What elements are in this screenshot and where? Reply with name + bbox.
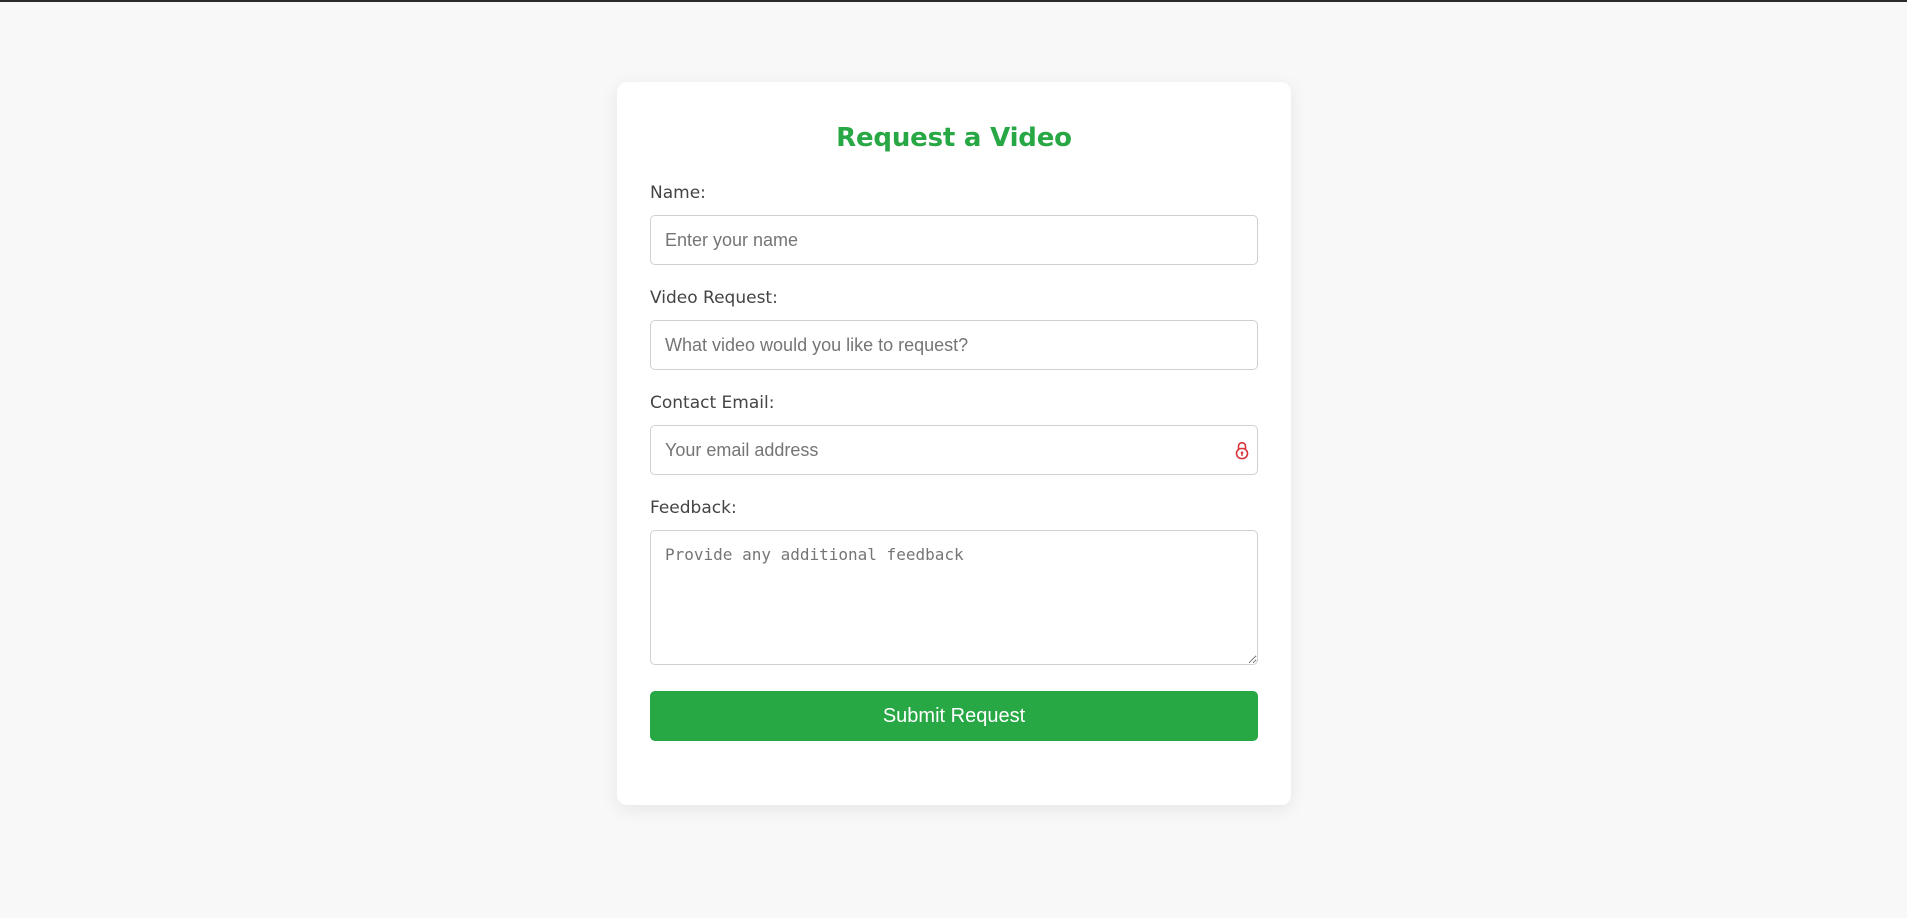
name-input[interactable] [650, 215, 1258, 265]
lock-icon[interactable] [1235, 440, 1249, 460]
video-request-input[interactable] [650, 320, 1258, 370]
submit-request-button[interactable]: Submit Request [650, 691, 1258, 741]
contact-email-label: Contact Email: [650, 393, 775, 413]
contact-email-input[interactable] [650, 425, 1258, 475]
contact-email-field-wrapper [650, 425, 1258, 475]
feedback-label: Feedback: [650, 498, 737, 518]
name-label: Name: [650, 183, 706, 203]
video-request-field-wrapper [650, 320, 1258, 370]
form-title: Request a Video [836, 123, 1072, 153]
feedback-textarea[interactable] [650, 530, 1258, 665]
request-form-card: Request a Video Name: Video Request: Con… [617, 82, 1291, 805]
name-field-wrapper [650, 215, 1258, 265]
video-request-label: Video Request: [650, 288, 778, 308]
